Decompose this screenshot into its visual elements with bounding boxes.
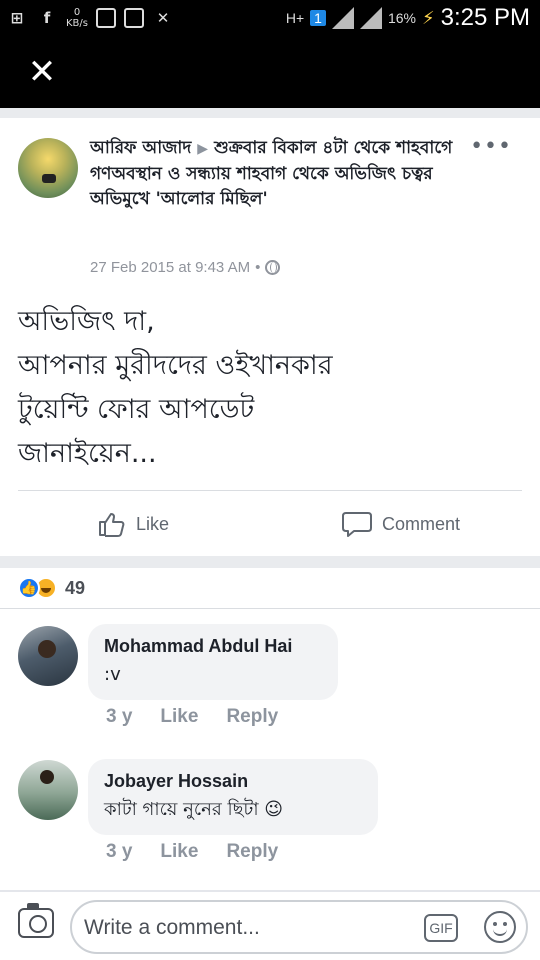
post-body-line: অভিজিৎ দা, — [18, 306, 155, 337]
battery-charging-icon: ⚡ — [421, 7, 435, 29]
network-speed: 0 KB/s — [66, 7, 88, 29]
status-right-icons: H+ 1 16% ⚡ 3:25 PM — [286, 2, 530, 34]
comment-like-button[interactable]: Like — [160, 841, 198, 863]
commenter-avatar[interactable] — [18, 626, 78, 686]
divider — [0, 608, 540, 609]
post-body-line: আপনার মুরীদদের ওইখানকার — [18, 350, 333, 381]
reactions-summary[interactable]: 👍 49 — [18, 574, 85, 602]
comment-text: কাটা গায়ে নুনের ছিটা 😉 — [104, 799, 284, 820]
comment-age: 3 y — [106, 841, 133, 862]
app-notification-icon — [124, 8, 144, 28]
sim-badge: 1 — [310, 10, 326, 26]
thumbs-up-icon — [99, 513, 125, 537]
meta-separator: • — [255, 259, 261, 276]
emoji-icon[interactable] — [484, 911, 516, 943]
divider — [0, 890, 540, 892]
comment-composer: GIF — [70, 900, 528, 954]
comment-text: :v — [104, 664, 121, 685]
comment-bubble-icon — [342, 512, 372, 537]
post-header: আরিফ আজাদ ▶ শুক্রবার বিকাল ৪টা থেকে শাহবাগ… — [90, 136, 470, 212]
more-options-icon[interactable]: ••• — [470, 136, 512, 158]
mute-icon: ✕ — [156, 9, 170, 27]
comment-age: 3 y — [106, 706, 133, 727]
comment-meta: 3 y Like Reply — [106, 706, 278, 728]
signal-strength-icon — [359, 7, 382, 29]
like-button[interactable]: Like — [98, 506, 169, 542]
facebook-notification-icon: f — [43, 9, 51, 27]
clock-time: 3:25 PM — [440, 4, 530, 31]
author-name[interactable]: আরিফ আজাদ — [90, 138, 191, 158]
reaction-count: 49 — [65, 577, 86, 598]
post-body: অভিজিৎ দা, আপনার মুরীদদের ওইখানকার টুয়ে… — [18, 300, 518, 476]
commenter-name[interactable]: Jobayer Hossain — [104, 767, 362, 795]
like-label: Like — [136, 513, 170, 534]
comment-button[interactable]: Comment — [342, 506, 460, 542]
comment-like-button[interactable]: Like — [160, 706, 198, 728]
post-body-line: টুয়েন্টি ফোর আপডেট — [18, 394, 255, 425]
close-icon[interactable]: ✕ — [24, 52, 60, 92]
network-speed-unit: KB/s — [66, 18, 88, 29]
comment-label: Comment — [382, 513, 461, 534]
gif-button[interactable]: GIF — [424, 914, 458, 942]
commenter-avatar[interactable] — [18, 760, 78, 820]
comment-input[interactable] — [84, 912, 414, 944]
divider — [18, 490, 522, 491]
comment-bubble: Jobayer Hossain কাটা গায়ে নুনের ছিটা 😉 — [88, 759, 378, 835]
add-notification-icon: ⊞ — [10, 9, 24, 27]
comment-meta: 3 y Like Reply — [106, 841, 278, 863]
comment-reply-button[interactable]: Reply — [226, 841, 278, 863]
globe-icon — [265, 260, 281, 275]
commenter-name[interactable]: Mohammad Abdul Hai — [104, 632, 322, 660]
camera-icon[interactable] — [18, 903, 54, 938]
comment-bubble: Mohammad Abdul Hai :v — [88, 624, 338, 700]
battery-percent: 16% — [387, 10, 416, 26]
arrow-right-icon: ▶ — [197, 141, 209, 157]
like-reaction-icon: 👍 — [18, 577, 40, 599]
gallery-notification-icon — [96, 8, 116, 28]
section-gap — [0, 556, 540, 568]
section-gap — [0, 108, 540, 118]
author-avatar[interactable] — [18, 138, 78, 198]
signal-icon — [331, 7, 354, 29]
top-bar: ✕ — [0, 36, 540, 108]
network-speed-value: 0 — [73, 7, 81, 18]
post-meta: 27 Feb 2015 at 9:43 AM • — [90, 259, 281, 276]
network-type: H+ — [285, 10, 305, 26]
status-bar: ⊞ f 0 KB/s ✕ H+ 1 16% ⚡ 3:25 PM — [0, 0, 540, 36]
post-body-line: জানাইয়েন... — [18, 438, 157, 469]
post-timestamp[interactable]: 27 Feb 2015 at 9:43 AM — [90, 259, 250, 276]
status-left-icons: ⊞ f 0 KB/s ✕ — [6, 4, 174, 32]
comment-reply-button[interactable]: Reply — [226, 706, 278, 728]
